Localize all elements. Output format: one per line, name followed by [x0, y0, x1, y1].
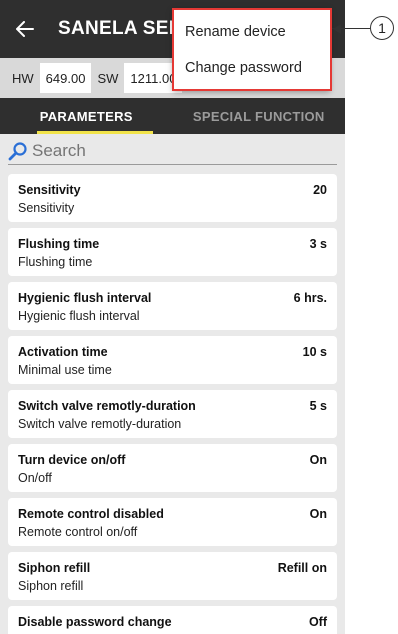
search-icon	[8, 141, 28, 161]
parameter-title: Switch valve remotly-duration	[18, 399, 196, 413]
parameter-row-sensitivity[interactable]: Sensitivity Sensitivity 20	[8, 174, 337, 222]
tab-special-function[interactable]: SPECIAL FUNCTION	[173, 98, 346, 134]
parameter-value: 5 s	[309, 399, 327, 413]
menu-item-rename-device[interactable]: Rename device	[173, 14, 330, 50]
parameter-title: Disable password change	[18, 615, 172, 629]
parameter-row-remote-control-disabled[interactable]: Remote control disabled Remote control o…	[8, 498, 337, 546]
parameter-row-siphon-refill[interactable]: Siphon refill Siphon refill Refill on	[8, 552, 337, 600]
parameter-subtitle: Minimal use time	[18, 363, 112, 377]
tab-parameters[interactable]: PARAMETERS	[0, 98, 173, 134]
parameter-title: Activation time	[18, 345, 108, 359]
parameter-row-flushing-time[interactable]: Flushing time Flushing time 3 s	[8, 228, 337, 276]
parameter-list: Sensitivity Sensitivity 20 Flushing time…	[0, 168, 345, 634]
parameter-title: Remote control disabled	[18, 507, 164, 521]
hw-value: 649.00	[39, 63, 92, 93]
parameter-value: 10 s	[302, 345, 327, 359]
parameter-title: Turn device on/off	[18, 453, 126, 467]
parameter-subtitle: Switch valve remotly-duration	[18, 417, 182, 431]
phone-screen: SANELA SENSOR HW 649.00 SW 1211.00 PARAM…	[0, 0, 345, 634]
parameter-subtitle: Siphon refill	[18, 579, 84, 593]
callout-number: 1	[370, 16, 394, 40]
parameter-subtitle: Flushing time	[18, 255, 93, 269]
parameter-value: On	[309, 507, 327, 521]
search-row	[0, 134, 345, 168]
parameter-value: Refill on	[277, 561, 327, 575]
parameter-title: Hygienic flush interval	[18, 291, 152, 305]
search-box[interactable]	[8, 137, 337, 165]
parameter-row-activation-time[interactable]: Activation time Minimal use time 10 s	[8, 336, 337, 384]
sw-label: SW	[97, 70, 119, 86]
parameter-subtitle: On/off	[18, 471, 52, 485]
parameter-subtitle: Sensitivity	[18, 201, 75, 215]
back-arrow-icon[interactable]	[14, 18, 36, 40]
parameter-title: Sensitivity	[18, 183, 81, 197]
overflow-menu: Rename device Change password	[173, 8, 330, 90]
parameter-row-turn-device-on-off[interactable]: Turn device on/off On/off On	[8, 444, 337, 492]
search-input[interactable]	[32, 140, 292, 161]
parameter-row-disable-password-change[interactable]: Disable password change Off	[8, 606, 337, 634]
parameter-value: 3 s	[309, 237, 327, 251]
hw-label: HW	[12, 70, 34, 86]
menu-item-change-password[interactable]: Change password	[173, 50, 330, 86]
parameter-value: Off	[308, 615, 327, 629]
parameter-value: 6 hrs.	[293, 291, 327, 305]
tab-indicator	[37, 131, 153, 134]
parameter-subtitle: Remote control on/off	[18, 525, 138, 539]
callout-arrow-icon	[333, 24, 341, 34]
parameter-row-hygienic-flush-interval[interactable]: Hygienic flush interval Hygienic flush i…	[8, 282, 337, 330]
parameter-value: 20	[313, 183, 327, 197]
tab-bar: PARAMETERS SPECIAL FUNCTION	[0, 98, 345, 134]
parameter-subtitle: Hygienic flush interval	[18, 309, 140, 323]
parameter-row-switch-valve-duration[interactable]: Switch valve remotly-duration Switch val…	[8, 390, 337, 438]
parameter-value: On	[309, 453, 327, 467]
parameter-title: Flushing time	[18, 237, 100, 251]
